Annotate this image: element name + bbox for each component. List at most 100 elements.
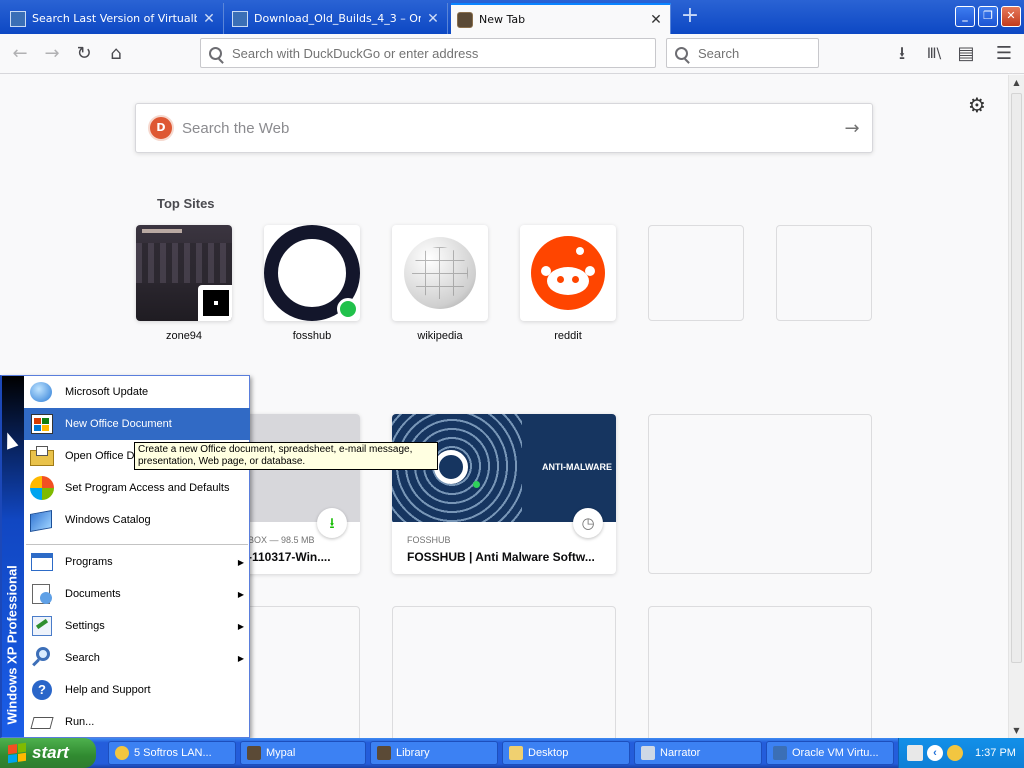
back-button[interactable]: ← bbox=[6, 40, 34, 68]
menu-item-run[interactable]: Run... bbox=[24, 706, 250, 738]
tab-virtualbox-search[interactable]: Search Last Version of Virtualbox ✕ bbox=[4, 3, 224, 34]
menu-item-documents[interactable]: Documents ▶ bbox=[24, 578, 250, 610]
menu-item-settings[interactable]: Settings ▶ bbox=[24, 610, 250, 642]
gear-icon[interactable]: ⚙ bbox=[966, 94, 988, 116]
top-site-empty bbox=[776, 225, 872, 330]
downloads-icon[interactable]: ⭳ bbox=[888, 40, 916, 68]
top-site-zone94[interactable]: zone94 bbox=[136, 225, 232, 342]
scrollbar-thumb[interactable] bbox=[1011, 93, 1022, 663]
virtualbox-favicon-icon bbox=[10, 10, 26, 27]
menu-item-label: Search bbox=[65, 652, 100, 664]
tray-expand-icon[interactable]: ‹ bbox=[927, 745, 943, 761]
mypal-icon bbox=[247, 746, 261, 760]
reddit-logo-icon bbox=[520, 225, 616, 321]
chat-tray-icon[interactable] bbox=[947, 745, 963, 761]
tab-download-old-builds[interactable]: Download_Old_Builds_4_3 – Oracle ✕ bbox=[226, 3, 448, 34]
menu-item-windows-catalog[interactable]: Windows Catalog bbox=[24, 504, 250, 536]
taskbar-button-softros[interactable]: 5 Softros LAN... bbox=[108, 741, 236, 765]
new-tab-button[interactable]: + bbox=[678, 5, 702, 29]
forward-button[interactable]: → bbox=[38, 40, 66, 68]
empty-tile bbox=[648, 225, 744, 321]
menu-item-label: Set Program Access and Defaults bbox=[65, 482, 230, 494]
scroll-up-icon[interactable]: ▲ bbox=[1009, 75, 1024, 90]
minimize-button[interactable]: _ bbox=[955, 6, 975, 27]
tab-close-icon[interactable]: ✕ bbox=[648, 12, 664, 28]
highlight-card-empty bbox=[648, 414, 872, 574]
menu-item-label: Settings bbox=[65, 620, 105, 632]
windows-logo-icon bbox=[8, 742, 26, 764]
empty-tile bbox=[776, 225, 872, 321]
top-site-fosshub[interactable]: fosshub bbox=[264, 225, 360, 342]
menu-item-label: Programs bbox=[65, 556, 113, 568]
taskbar-button-virtualbox[interactable]: Oracle VM Virtu... bbox=[766, 741, 894, 765]
keyboard-icon[interactable] bbox=[907, 745, 923, 761]
virtualbox-icon bbox=[773, 746, 787, 760]
menu-item-tooltip: Create a new Office document, spreadshee… bbox=[134, 442, 438, 470]
zone94-thumbnail bbox=[136, 225, 232, 321]
card-title: FOSSHUB | Anti Malware Softw... bbox=[407, 550, 595, 564]
restore-button[interactable]: ❐ bbox=[978, 6, 998, 27]
web-search-box[interactable]: D Search the Web → bbox=[135, 103, 873, 153]
start-button[interactable]: start bbox=[0, 738, 96, 768]
tab-title: Search Last Version of Virtualbox bbox=[32, 12, 197, 25]
home-button[interactable]: ⌂ bbox=[102, 40, 130, 68]
scroll-down-icon[interactable]: ▼ bbox=[1009, 723, 1024, 738]
search-bar-placeholder: Search bbox=[698, 45, 740, 61]
vertical-scrollbar[interactable]: ▲ ▼ bbox=[1008, 75, 1024, 738]
tab-strip: Search Last Version of Virtualbox ✕ Down… bbox=[0, 0, 1024, 34]
tab-close-icon[interactable]: ✕ bbox=[201, 11, 217, 27]
top-site-label: fosshub bbox=[292, 330, 332, 342]
address-bar[interactable]: Search with DuckDuckGo or enter address bbox=[200, 38, 656, 68]
task-label: Mypal bbox=[266, 747, 296, 759]
narrator-icon bbox=[641, 746, 655, 760]
taskbar-button-desktop[interactable]: Desktop bbox=[502, 741, 630, 765]
start-menu: Windows XP Professional Microsoft Update… bbox=[0, 375, 250, 738]
taskbar-button-narrator[interactable]: Narrator bbox=[634, 741, 762, 765]
settings-icon bbox=[28, 612, 56, 640]
task-label: Narrator bbox=[660, 747, 701, 759]
navigation-toolbar: ← → ↻ ⌂ Search with DuckDuckGo or enter … bbox=[0, 34, 1024, 74]
download-icon: ⭳ bbox=[317, 508, 347, 538]
clock[interactable]: 1:37 PM bbox=[975, 747, 1016, 759]
menu-item-search[interactable]: Search ▶ bbox=[24, 642, 250, 674]
top-site-wikipedia[interactable]: wikipedia bbox=[392, 225, 488, 342]
programs-icon bbox=[28, 548, 56, 576]
menu-item-help-and-support[interactable]: ? Help and Support bbox=[24, 674, 250, 706]
top-site-reddit[interactable]: reddit bbox=[520, 225, 616, 342]
menu-item-label: Documents bbox=[65, 588, 121, 600]
mypal-icon bbox=[377, 746, 391, 760]
office-document-icon bbox=[28, 410, 56, 438]
taskbar-button-library[interactable]: Library bbox=[370, 741, 498, 765]
system-tray: ‹ 1:37 PM bbox=[898, 738, 1024, 768]
menu-item-microsoft-update[interactable]: Microsoft Update bbox=[24, 376, 250, 408]
top-sites-heading: Top Sites bbox=[157, 196, 215, 211]
task-label: Library bbox=[396, 747, 430, 759]
search-icon bbox=[209, 46, 222, 60]
sidebar-icon[interactable]: ▤ bbox=[952, 40, 980, 68]
reload-button[interactable]: ↻ bbox=[70, 40, 98, 68]
menu-item-set-program-access[interactable]: Set Program Access and Defaults bbox=[24, 472, 250, 504]
search-bar[interactable]: Search bbox=[666, 38, 819, 68]
highlight-card-fosshub[interactable]: ANTI-MALWARE FOSSHUB FOSSHUB | Anti Malw… bbox=[392, 414, 616, 574]
search-icon bbox=[28, 644, 56, 672]
program-access-icon bbox=[28, 474, 56, 502]
task-label: Oracle VM Virtu... bbox=[792, 747, 879, 759]
tab-new-tab[interactable]: New Tab ✕ bbox=[451, 3, 671, 34]
task-label: Desktop bbox=[528, 747, 569, 759]
search-arrow-icon[interactable]: → bbox=[832, 118, 872, 139]
submenu-arrow-icon: ▶ bbox=[237, 653, 244, 663]
library-icon[interactable]: Ⅲ\ bbox=[920, 40, 948, 68]
menu-item-label: Help and Support bbox=[65, 684, 151, 696]
close-window-button[interactable]: ✕ bbox=[1001, 6, 1021, 27]
taskbar-button-mypal[interactable]: Mypal bbox=[240, 741, 366, 765]
menu-item-label: Windows Catalog bbox=[65, 514, 151, 526]
submenu-arrow-icon: ▶ bbox=[237, 621, 244, 631]
hamburger-menu-icon[interactable]: ☰ bbox=[990, 40, 1018, 68]
windows-catalog-icon bbox=[28, 506, 56, 534]
tab-close-icon[interactable]: ✕ bbox=[425, 11, 441, 27]
menu-item-label: Open Office Do bbox=[65, 450, 141, 462]
virtualbox-favicon-icon bbox=[232, 10, 248, 27]
menu-item-new-office-document[interactable]: New Office Document bbox=[24, 408, 250, 440]
top-site-label: zone94 bbox=[165, 330, 203, 342]
menu-item-programs[interactable]: Programs ▶ bbox=[24, 546, 250, 578]
